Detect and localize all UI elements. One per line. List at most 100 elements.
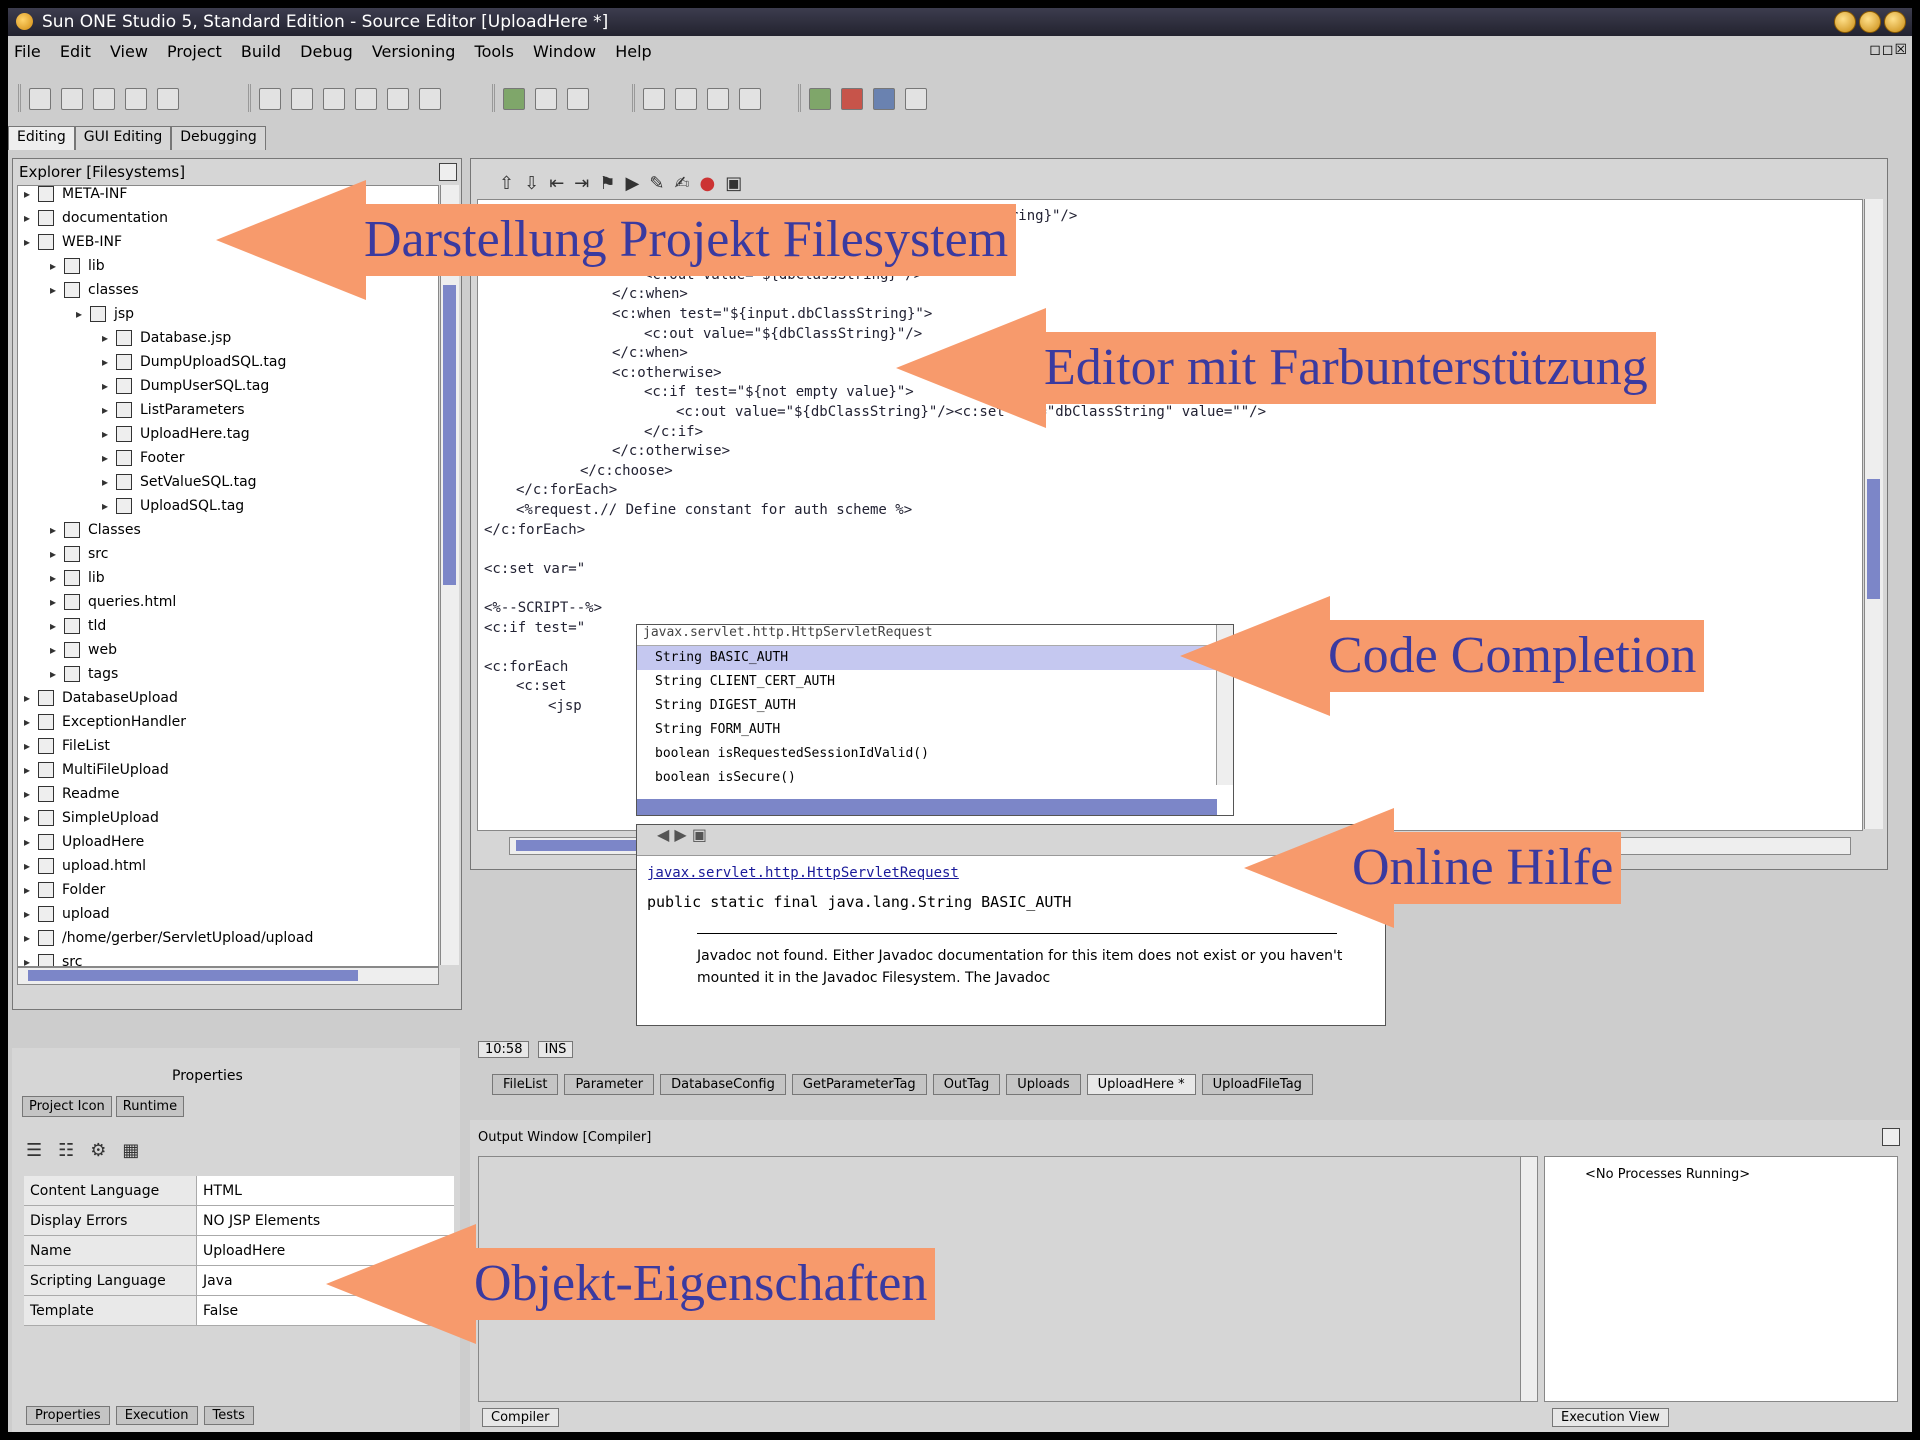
- debug-icon[interactable]: [841, 88, 863, 110]
- menu-build[interactable]: Build: [235, 40, 289, 61]
- back-icon[interactable]: ◀: [657, 825, 669, 844]
- completion-item[interactable]: String CLIENT_CERT_AUTH: [637, 670, 1233, 694]
- tree-node[interactable]: ▸ Classes: [18, 522, 438, 546]
- expand-toggle-icon[interactable]: ▸: [102, 403, 116, 417]
- expand-toggle-icon[interactable]: ▸: [102, 331, 116, 345]
- expand-toggle-icon[interactable]: ▸: [102, 499, 116, 513]
- copy-icon[interactable]: [291, 88, 313, 110]
- explorer-close-button[interactable]: [439, 163, 457, 181]
- shift-right-icon[interactable]: ⇥: [574, 173, 589, 194]
- doc-tab[interactable]: DatabaseConfig: [660, 1074, 786, 1095]
- expand-toggle-icon[interactable]: ▸: [24, 715, 38, 729]
- tree-node[interactable]: ▸ ExceptionHandler: [18, 714, 438, 738]
- expand-toggle-icon[interactable]: ▸: [76, 307, 90, 321]
- tab-properties[interactable]: Properties: [26, 1406, 110, 1425]
- menu-edit[interactable]: Edit: [54, 40, 99, 61]
- paste-icon[interactable]: [323, 88, 345, 110]
- menu-help[interactable]: Help: [609, 40, 659, 61]
- expand-toggle-icon[interactable]: ▸: [24, 859, 38, 873]
- expand-toggle-icon[interactable]: ▸: [24, 907, 38, 921]
- tree-node[interactable]: ▸ SimpleUpload: [18, 810, 438, 834]
- editor-vertical-scrollbar[interactable]: [1864, 199, 1883, 829]
- output-scrollbar[interactable]: [1520, 1157, 1537, 1401]
- expand-toggle-icon[interactable]: ▸: [50, 643, 64, 657]
- tree-node[interactable]: ▸ upload: [18, 906, 438, 930]
- bookmark-icon[interactable]: ⚑: [599, 173, 615, 194]
- tree-node[interactable]: ▸ Footer: [18, 450, 438, 474]
- tab-debugging[interactable]: Debugging: [171, 126, 266, 150]
- sort-by-type-icon[interactable]: ☷: [58, 1140, 74, 1161]
- output-close-button[interactable]: [1882, 1128, 1900, 1146]
- web-module-icon[interactable]: [905, 88, 927, 110]
- tree-node[interactable]: ▸ Readme: [18, 786, 438, 810]
- open-browser-icon[interactable]: ▣: [692, 825, 707, 844]
- expand-toggle-icon[interactable]: ▸: [24, 211, 38, 225]
- find-prev-icon[interactable]: ⇧: [499, 173, 514, 194]
- expand-toggle-icon[interactable]: ▸: [24, 235, 38, 249]
- explorer-horizontal-scrollbar[interactable]: [17, 967, 439, 985]
- expand-toggle-icon[interactable]: ▸: [102, 451, 116, 465]
- step-into-icon[interactable]: [643, 88, 665, 110]
- tree-node[interactable]: ▸ upload.html: [18, 858, 438, 882]
- expand-toggle-icon[interactable]: ▸: [50, 571, 64, 585]
- continue-icon[interactable]: [739, 88, 761, 110]
- sort-icon[interactable]: ☰: [26, 1140, 42, 1161]
- completion-item[interactable]: String BASIC_AUTH: [637, 646, 1233, 670]
- replace-icon[interactable]: [419, 88, 441, 110]
- menu-tools[interactable]: Tools: [469, 40, 522, 61]
- doc-tab[interactable]: OutTag: [932, 1074, 1001, 1095]
- delete-icon[interactable]: [355, 88, 377, 110]
- tree-node[interactable]: ▸ /home/gerber/ServletUpload/upload: [18, 930, 438, 954]
- close-button[interactable]: [1884, 11, 1906, 33]
- macro-icon[interactable]: ▶: [626, 173, 640, 194]
- shift-left-icon[interactable]: ⇤: [549, 173, 564, 194]
- tab-editing[interactable]: Editing: [8, 126, 75, 150]
- expand-toggle-icon[interactable]: ▸: [24, 811, 38, 825]
- completion-horizontal-scrollbar[interactable]: [637, 799, 1217, 815]
- new-file-icon[interactable]: [29, 88, 51, 110]
- property-row[interactable]: Content Language HTML: [24, 1176, 454, 1206]
- cut-icon[interactable]: [259, 88, 281, 110]
- javadoc-class-link[interactable]: javax.servlet.http.HttpServletRequest: [647, 865, 959, 881]
- minimize-button[interactable]: [1834, 11, 1856, 33]
- expand-toggle-icon[interactable]: ▸: [102, 475, 116, 489]
- expand-toggle-icon[interactable]: ▸: [24, 691, 38, 705]
- tab-compiler[interactable]: Compiler: [482, 1408, 559, 1427]
- expand-toggle-icon[interactable]: ▸: [24, 835, 38, 849]
- filesystem-tree[interactable]: ▸ META-INF ▸ documentation ▸ WEB-INF ▸ lib ▸ clas…: [17, 185, 439, 967]
- breakpoint-icon[interactable]: ●: [700, 173, 716, 194]
- tree-node[interactable]: ▸ UploadHere.tag: [18, 426, 438, 450]
- uncomment-icon[interactable]: ✍: [674, 173, 689, 194]
- doc-tab[interactable]: Parameter: [564, 1074, 655, 1095]
- menu-debug[interactable]: Debug: [294, 40, 361, 61]
- expand-toggle-icon[interactable]: ▸: [102, 427, 116, 441]
- compile-icon[interactable]: [503, 88, 525, 110]
- output-window-icon[interactable]: [567, 88, 589, 110]
- maximize-button[interactable]: [1859, 11, 1881, 33]
- scroll-thumb[interactable]: [1867, 479, 1880, 599]
- completion-item[interactable]: String DIGEST_AUTH: [637, 694, 1233, 718]
- doc-tab[interactable]: UploadFileTag: [1201, 1074, 1313, 1095]
- mdi-window-controls[interactable]: ◻◻☒: [1869, 42, 1908, 58]
- doc-tab[interactable]: FileList: [492, 1074, 559, 1095]
- save-all-icon[interactable]: [125, 88, 147, 110]
- tab-runtime[interactable]: Runtime: [115, 1096, 185, 1117]
- tree-node[interactable]: ▸ tld: [18, 618, 438, 642]
- code-completion-popup[interactable]: javax.servlet.http.HttpServletRequest St…: [636, 624, 1234, 816]
- expand-toggle-icon[interactable]: ▸: [24, 955, 38, 966]
- print-icon[interactable]: [157, 88, 179, 110]
- help-icon[interactable]: ▦: [122, 1140, 139, 1161]
- tree-node[interactable]: ▸ SetValueSQL.tag: [18, 474, 438, 498]
- expand-toggle-icon[interactable]: ▸: [50, 283, 64, 297]
- open-icon[interactable]: [61, 88, 83, 110]
- doc-tab[interactable]: GetParameterTag: [791, 1074, 927, 1095]
- step-over-icon[interactable]: [675, 88, 697, 110]
- tree-node[interactable]: ▸ Database.jsp: [18, 330, 438, 354]
- expand-toggle-icon[interactable]: ▸: [50, 667, 64, 681]
- property-value[interactable]: HTML: [196, 1176, 454, 1206]
- tree-node[interactable]: ▸ src: [18, 954, 438, 966]
- tree-node[interactable]: ▸ Folder: [18, 882, 438, 906]
- tree-node[interactable]: ▸ DumpUserSQL.tag: [18, 378, 438, 402]
- expand-toggle-icon[interactable]: ▸: [24, 787, 38, 801]
- menu-window[interactable]: Window: [527, 40, 604, 61]
